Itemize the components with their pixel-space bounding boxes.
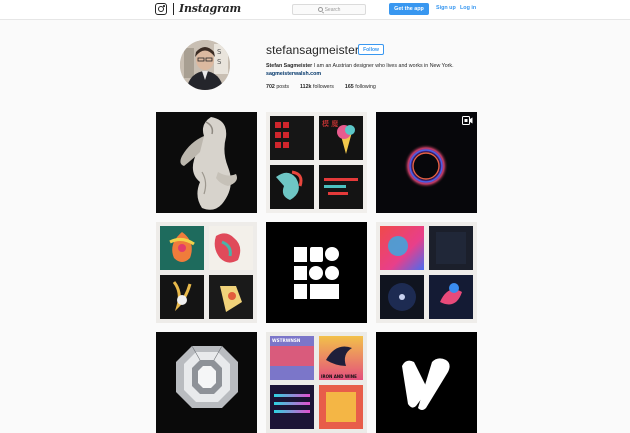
post-marble-sculpture[interactable] <box>156 112 257 213</box>
svg-text:S: S <box>217 58 222 66</box>
svg-text:S: S <box>217 48 222 56</box>
avatar: S S <box>180 40 230 90</box>
profile-website-link[interactable]: sagmeisterwalsh.com <box>266 71 321 77</box>
profile-stats: 702 posts 112k followers 165 following <box>266 84 376 90</box>
post-diamond[interactable] <box>156 332 257 433</box>
instagram-wordmark[interactable]: Instagram <box>179 2 241 15</box>
post-album-covers-stack[interactable]: WSTRWNSN IRON AND WINE <box>266 332 367 433</box>
post-illustrated-album-covers[interactable] <box>156 222 257 323</box>
get-the-app-button[interactable]: Get the app <box>389 3 429 15</box>
post-colorful-album-covers[interactable] <box>376 222 477 323</box>
instagram-camera-icon[interactable] <box>155 3 167 15</box>
post-geometric-logo-black[interactable] <box>266 222 367 323</box>
search-placeholder: Search <box>324 6 341 13</box>
profile-full-name: Stefan Sagmeister <box>266 63 313 69</box>
follow-button[interactable]: Follow <box>358 44 384 55</box>
sign-up-link[interactable]: Sign up <box>436 5 456 11</box>
search-input[interactable]: Search <box>292 4 366 15</box>
video-icon <box>462 116 473 125</box>
post-album-covers-red-black[interactable]: 模 魔 <box>266 112 367 213</box>
cover-text-1: WSTRWNSN <box>272 338 301 343</box>
post-glowing-ring-video[interactable] <box>376 112 477 213</box>
logo-divider <box>173 3 174 15</box>
post-v-logo-black[interactable] <box>376 332 477 433</box>
posts-stat: 702 posts <box>266 84 289 90</box>
cover-text-2: IRON AND WINE <box>321 374 357 379</box>
profile-bio-text: I am an Austrian designer who lives and … <box>313 63 454 69</box>
profile-bio: Stefan Sagmeister I am an Austrian desig… <box>266 63 454 69</box>
log-in-link[interactable]: Log in <box>460 5 476 11</box>
followers-stat[interactable]: 112k followers <box>300 84 334 90</box>
top-navigation-bar: Instagram Search Get the app Sign up Log… <box>0 0 630 20</box>
svg-text:模 魔: 模 魔 <box>322 119 338 128</box>
search-icon <box>317 7 323 12</box>
following-stat[interactable]: 165 following <box>345 84 376 90</box>
profile-username: stefansagmeister <box>266 43 359 57</box>
